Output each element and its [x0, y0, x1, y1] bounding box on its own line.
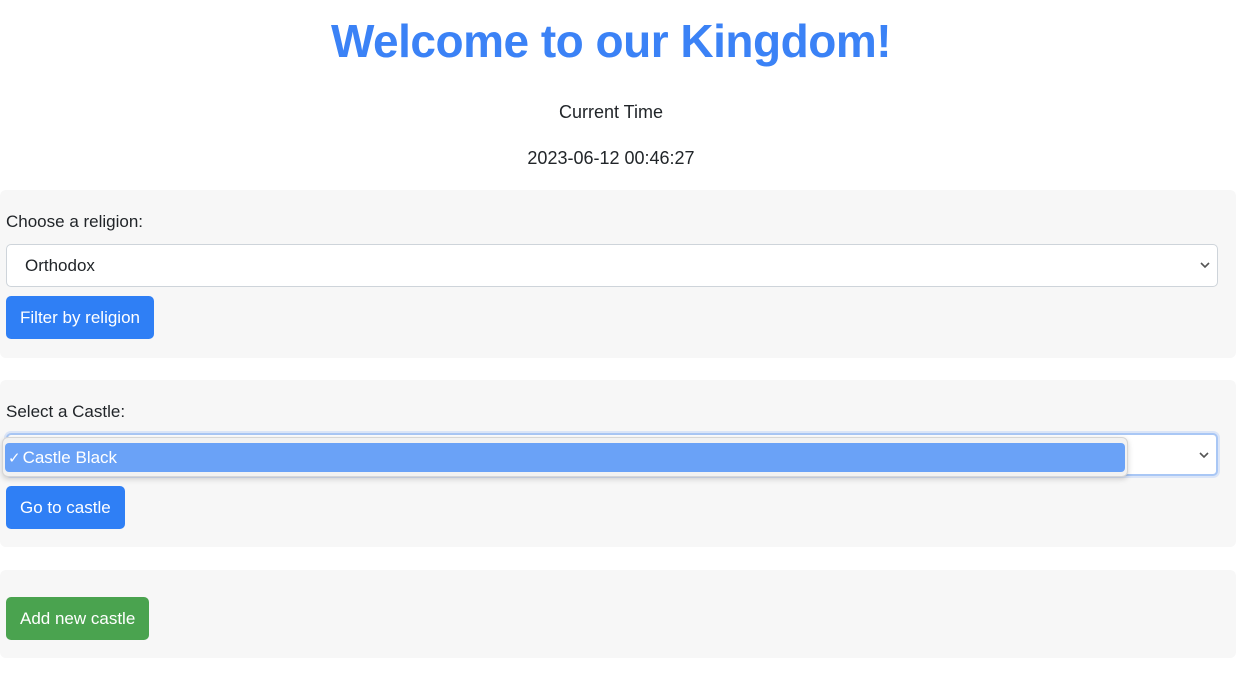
check-icon: ✓: [8, 450, 21, 467]
religion-filter-panel: Choose a religion: Orthodox Filter by re…: [0, 190, 1236, 358]
filter-by-religion-button[interactable]: Filter by religion: [6, 296, 154, 339]
religion-selected-value: Orthodox: [25, 256, 95, 275]
chevron-down-icon: [1198, 446, 1210, 464]
castle-option-label: Castle Black: [22, 448, 118, 467]
go-to-castle-button[interactable]: Go to castle: [6, 486, 125, 529]
page-title: Welcome to our Kingdom!: [330, 15, 892, 67]
religion-label: Choose a religion:: [6, 212, 144, 231]
religion-select[interactable]: Orthodox: [6, 244, 1218, 287]
add-new-castle-button[interactable]: Add new castle: [6, 597, 150, 640]
chevron-down-icon: [1199, 256, 1211, 274]
castle-dropdown-list: ✓ Castle Black: [2, 437, 1128, 477]
current-time-value: 2023-06-12 00:46:27: [527, 148, 695, 168]
castle-option-castle-black[interactable]: ✓ Castle Black: [5, 443, 1125, 472]
add-castle-panel: Add new castle: [0, 570, 1236, 658]
current-time-label: Current Time: [558, 102, 664, 122]
castle-label: Select a Castle:: [6, 402, 126, 421]
